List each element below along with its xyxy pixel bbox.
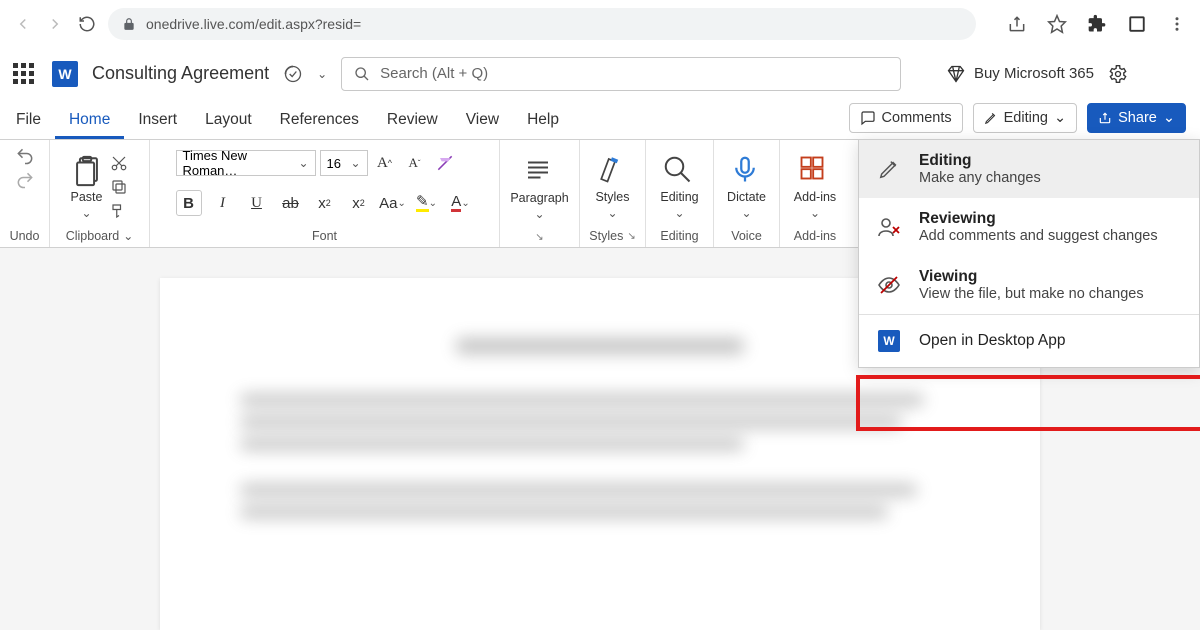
editing-mode-button[interactable]: Editing ⌄ [973,103,1078,133]
subscript-button[interactable]: x2 [312,190,338,216]
menu-item-viewing[interactable]: Viewing View the file, but make no chang… [859,256,1199,314]
extensions-icon[interactable] [1086,13,1108,35]
app-launcher-icon[interactable] [10,60,38,88]
forward-icon[interactable] [44,13,66,35]
back-icon[interactable] [12,13,34,35]
search-icon [662,154,696,188]
tab-insert[interactable]: Insert [124,103,191,139]
comment-icon [860,110,876,126]
mic-icon [730,154,764,188]
app-header: W Consulting Agreement ⌄ Search (Alt + Q… [0,48,1200,100]
redo-icon[interactable] [15,170,35,190]
pencil-icon [984,111,998,125]
grow-font-icon[interactable]: A^ [372,150,398,176]
cut-icon[interactable] [110,154,130,172]
font-color-button[interactable]: A⌄ [448,190,474,216]
share-button[interactable]: Share ⌄ [1087,103,1186,133]
dictate-button[interactable]: Dictate⌄ [727,154,766,220]
tab-file[interactable]: File [6,103,55,139]
tab-home[interactable]: Home [55,103,124,139]
format-painter-icon[interactable] [110,202,130,220]
tab-references[interactable]: References [266,103,373,139]
buy-m365-button[interactable]: Buy Microsoft 365 [946,64,1094,84]
star-icon[interactable] [1046,13,1068,35]
tab-layout[interactable]: Layout [191,103,266,139]
browser-toolbar: onedrive.live.com/edit.aspx?resid= [0,0,1200,48]
tabs-icon[interactable] [1126,13,1148,35]
styles-icon [595,154,629,188]
word-app-icon: W [875,327,903,355]
font-size-select[interactable]: 16⌄ [320,150,368,176]
paragraph-icon [523,155,557,189]
highlight-button[interactable]: ✎⌄ [414,190,440,216]
reload-icon[interactable] [76,13,98,35]
menu-item-open-desktop[interactable]: W Open in Desktop App [859,315,1199,367]
comments-button[interactable]: Comments [849,103,963,133]
ribbon-tabs: File Home Insert Layout References Revie… [0,100,1200,140]
chevron-down-icon: ⌄ [1054,110,1066,126]
tab-help[interactable]: Help [513,103,573,139]
bold-button[interactable]: B [176,190,202,216]
pencil-icon [875,155,903,183]
addins-button[interactable]: Add-ins⌄ [794,154,836,220]
superscript-button[interactable]: x2 [346,190,372,216]
clipboard-group-label: Clipboard [66,229,120,243]
url-text: onedrive.live.com/edit.aspx?resid= [146,16,962,32]
editing-mode-menu: Editing Make any changes Reviewing Add c… [858,139,1200,368]
italic-button[interactable]: I [210,190,236,216]
chevron-down-icon: ⌄ [1163,110,1175,126]
lock-icon [122,17,136,31]
addins-icon [798,154,832,188]
change-case-button[interactable]: Aa ⌄ [380,190,406,216]
undo-icon[interactable] [15,146,35,166]
diamond-icon [946,64,966,84]
menu-item-reviewing[interactable]: Reviewing Add comments and suggest chang… [859,198,1199,256]
address-bar[interactable]: onedrive.live.com/edit.aspx?resid= [108,8,976,40]
clipboard-icon [70,154,104,188]
document-title[interactable]: Consulting Agreement [92,63,269,84]
paragraph-button[interactable]: Paragraph⌄ [510,155,568,221]
account-avatar[interactable] [1142,57,1190,91]
paste-button[interactable]: Paste ⌄ [70,154,104,220]
kebab-icon[interactable] [1166,13,1188,35]
undo-group-label: Undo [10,227,40,245]
settings-icon[interactable] [1108,64,1128,84]
shrink-font-icon[interactable]: Aˇ [402,150,428,176]
styles-button[interactable]: Styles⌄ [595,154,629,220]
review-icon [875,213,903,241]
title-chevron-icon[interactable]: ⌄ [317,67,327,81]
share-page-icon[interactable] [1006,13,1028,35]
view-icon [875,271,903,299]
search-icon [354,66,370,82]
tab-review[interactable]: Review [373,103,452,139]
search-input[interactable]: Search (Alt + Q) [341,57,901,91]
font-group-label: Font [312,229,337,243]
font-name-select[interactable]: Times New Roman…⌄ [176,150,316,176]
strike-button[interactable]: ab [278,190,304,216]
underline-button[interactable]: U [244,190,270,216]
saved-status-icon [283,64,303,84]
search-placeholder: Search (Alt + Q) [380,65,488,82]
share-icon [1098,111,1112,125]
clear-format-icon[interactable] [432,150,458,176]
word-app-icon[interactable]: W [52,61,78,87]
menu-item-editing[interactable]: Editing Make any changes [859,140,1199,198]
tab-view[interactable]: View [452,103,513,139]
browser-right-icons [986,13,1188,35]
find-button[interactable]: Editing⌄ [660,154,698,220]
copy-icon[interactable] [110,178,130,196]
